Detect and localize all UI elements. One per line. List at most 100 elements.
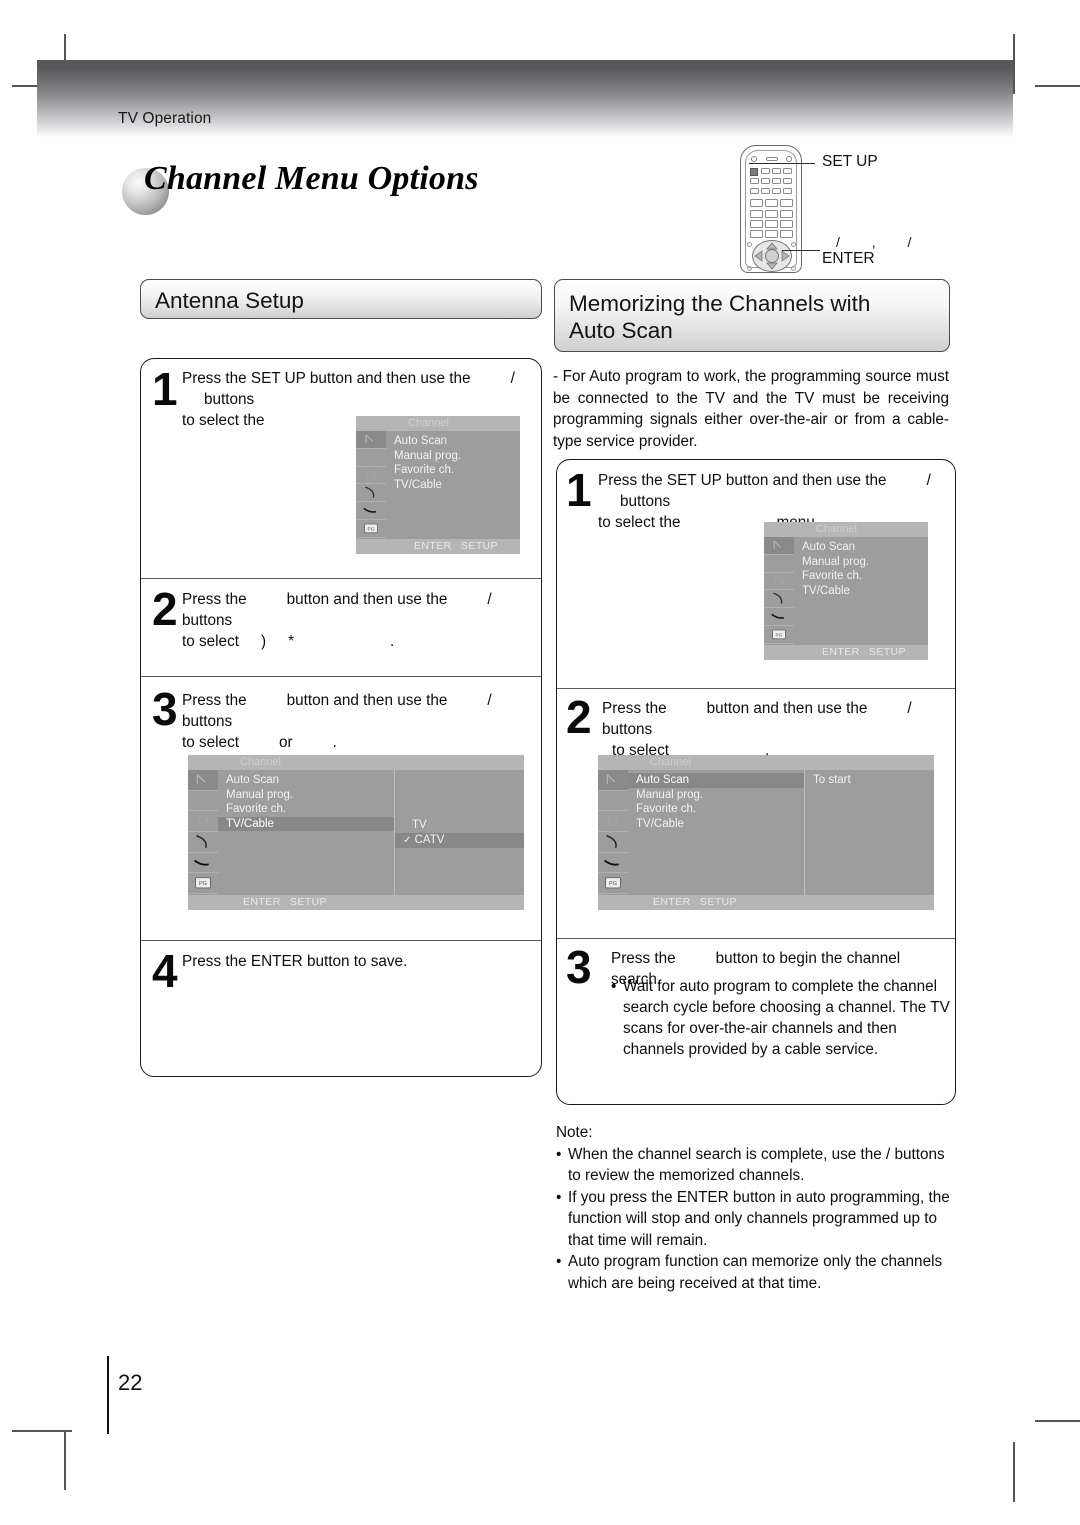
remote-button[interactable] <box>772 188 781 194</box>
osd-sidebar-icon-sound[interactable] <box>356 467 386 485</box>
osd-menu-item-selected[interactable]: TV/Cable <box>218 816 394 831</box>
remote-ir-window-icon <box>766 157 778 161</box>
remote-button[interactable] <box>761 168 770 174</box>
remote-arrow-glyphs: / , / <box>836 234 926 250</box>
osd-sidebar-icon-sound[interactable] <box>764 573 794 591</box>
note-list: When the channel search is complete, use… <box>556 1144 956 1295</box>
osd-menu-item[interactable]: Manual prog. <box>794 555 928 570</box>
remote-button[interactable] <box>765 210 778 218</box>
sound-icon <box>774 576 784 586</box>
remote-direction-pad[interactable] <box>752 240 792 272</box>
remote-button[interactable] <box>750 230 763 238</box>
osd-menu-item[interactable]: Favorite ch. <box>386 463 520 478</box>
remote-button[interactable] <box>783 178 792 184</box>
step-text-fragment: button and then use the <box>706 700 868 717</box>
remote-button[interactable] <box>780 220 793 228</box>
osd-title: Channel <box>764 522 928 537</box>
osd-sidebar-icon-picture[interactable] <box>188 791 218 812</box>
step-text-fragment: buttons <box>602 721 653 738</box>
osd-footer-enter: ENTER <box>414 540 452 552</box>
osd-main-panel: Auto Scan Manual prog. Favorite ch. TV/C… <box>386 431 520 539</box>
osd-footer-setup: SETUP <box>868 646 906 658</box>
osd-sidebar-icon-channel[interactable] <box>598 770 628 791</box>
osd-sidebar-icon-picture[interactable] <box>356 449 386 467</box>
osd-submenu-panel: TV ✓ CATV <box>394 770 524 895</box>
osd-menu-item[interactable]: Manual prog. <box>386 449 520 464</box>
osd-sidebar-icon-channel[interactable] <box>764 537 794 555</box>
osd-screen-right-step1: Channel PG Auto Scan Manual prog. Favori… <box>764 522 928 660</box>
osd-sidebar-icon-option[interactable] <box>764 608 794 627</box>
remote-button[interactable] <box>783 168 792 174</box>
osd-sidebar-icon-picture[interactable] <box>764 555 794 573</box>
osd-menu-item[interactable]: Favorite ch. <box>628 802 804 817</box>
osd-menu-item[interactable]: Favorite ch. <box>218 802 394 817</box>
osd-sidebar-icon-sound[interactable] <box>188 811 218 832</box>
osd-menu-item[interactable]: TV/Cable <box>794 584 928 599</box>
osd-sidebar-icon-time[interactable] <box>188 832 218 853</box>
osd-footer: ENTER SETUP <box>598 895 934 910</box>
osd-sidebar-icon-parental[interactable]: PG <box>764 626 794 644</box>
step-text-fragment: Press the SET UP button and then use the <box>182 370 471 387</box>
remote-button[interactable] <box>761 188 770 194</box>
osd-menu-item[interactable]: Manual prog. <box>218 788 394 803</box>
osd-menu-item[interactable]: TV/Cable <box>386 478 520 493</box>
remote-button[interactable] <box>780 210 793 218</box>
callout-enter-label: ENTER <box>822 250 875 267</box>
remote-button[interactable] <box>750 220 763 228</box>
step-text-fragment: . <box>332 734 337 751</box>
pg-rating-icon: PG <box>195 877 211 889</box>
osd-submenu-item-selected[interactable]: ✓ CATV <box>395 832 524 848</box>
remote-button[interactable] <box>761 178 770 184</box>
step-text-fragment: buttons <box>204 391 255 408</box>
osd-sidebar-icon-channel[interactable] <box>356 431 386 449</box>
osd-menu-item[interactable]: Auto Scan <box>218 773 394 788</box>
remote-button[interactable] <box>765 199 778 207</box>
remote-enter-button[interactable] <box>765 249 779 263</box>
remote-button[interactable] <box>750 199 763 207</box>
osd-submenu-item[interactable]: TV <box>395 818 524 833</box>
remote-button[interactable] <box>765 220 778 228</box>
remote-setup-button[interactable] <box>750 168 758 176</box>
arrow-slash-glyph: / <box>487 692 492 709</box>
step-text-fragment: Press the SET UP button and then use the <box>598 472 887 489</box>
right-step-2-text: Press the button and then use the / buttons… <box>602 698 952 761</box>
sound-icon <box>607 815 619 826</box>
step-divider <box>557 688 955 690</box>
osd-menu-item[interactable]: TV/Cable <box>628 817 804 832</box>
osd-sidebar-icon-picture[interactable] <box>598 791 628 812</box>
osd-sidebar-icon-time[interactable] <box>598 832 628 853</box>
right-step-3-bullet: • Wait for auto program to complete the c… <box>611 976 951 1060</box>
osd-main-panel: Auto Scan Manual prog. Favorite ch. TV/C… <box>794 537 928 645</box>
osd-sidebar-icon-option[interactable] <box>188 853 218 874</box>
remote-button[interactable] <box>780 199 793 207</box>
remote-button[interactable] <box>772 178 781 184</box>
osd-sidebar-icon-parental[interactable]: PG <box>188 873 218 894</box>
osd-menu-item[interactable]: Favorite ch. <box>794 569 928 584</box>
remote-button[interactable] <box>772 168 781 174</box>
osd-menu-item[interactable]: Manual prog. <box>628 788 804 803</box>
osd-sidebar-icon-time[interactable] <box>764 590 794 609</box>
osd-footer-setup: SETUP <box>699 896 737 908</box>
banner-line-2: Auto Scan <box>569 318 673 343</box>
remote-button[interactable] <box>783 188 792 194</box>
osd-sidebar-icon-time[interactable] <box>356 484 386 503</box>
osd-sidebar: PG <box>764 537 794 645</box>
osd-menu-item-selected[interactable]: Auto Scan <box>628 773 804 788</box>
banner-antenna-setup: Antenna Setup <box>140 279 542 319</box>
osd-sidebar-icon-option[interactable] <box>598 853 628 874</box>
remote-button[interactable] <box>780 230 793 238</box>
osd-submenu-item[interactable]: To start <box>805 773 934 788</box>
osd-sidebar-icon-parental[interactable]: PG <box>598 873 628 894</box>
remote-button[interactable] <box>765 230 778 238</box>
osd-sidebar-icon-sound[interactable] <box>598 811 628 832</box>
osd-menu-item[interactable]: Auto Scan <box>794 540 928 555</box>
remote-button[interactable] <box>750 210 763 218</box>
remote-button[interactable] <box>750 178 759 184</box>
osd-menu-item[interactable]: Auto Scan <box>386 434 520 449</box>
osd-sidebar-icon-option[interactable] <box>356 502 386 521</box>
pg-rating-icon: PG <box>605 877 621 889</box>
osd-sidebar-icon-channel[interactable] <box>188 770 218 791</box>
remote-button[interactable] <box>750 188 759 194</box>
osd-sidebar-icon-parental[interactable]: PG <box>356 520 386 538</box>
check-icon: ✓ <box>403 834 412 846</box>
